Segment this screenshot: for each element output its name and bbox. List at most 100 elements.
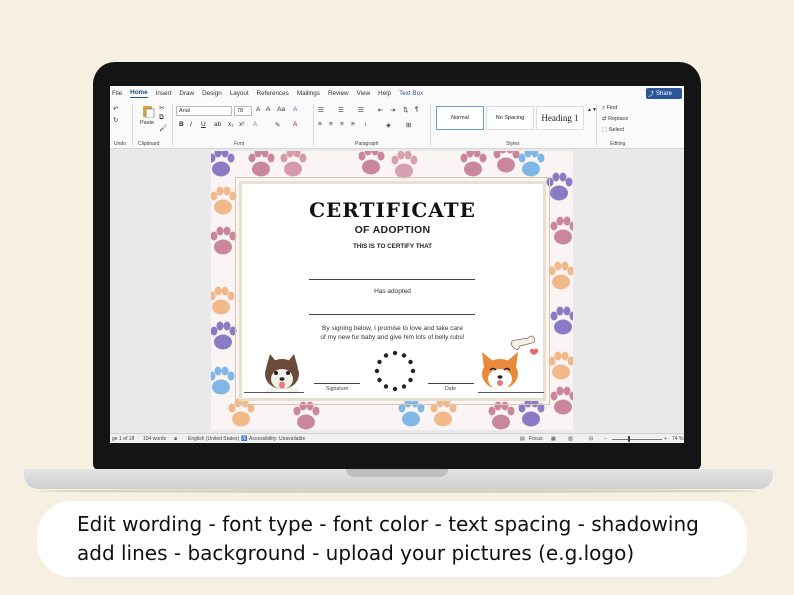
caption-line-1: Edit wording - font type - font color - … [77, 512, 699, 536]
shading-icon[interactable]: ◈ [386, 121, 391, 129]
zoom-slider-thumb[interactable] [628, 436, 630, 442]
ribbon-tab-bar: File Home Insert Draw Design Layout Refe… [110, 86, 684, 101]
share-button[interactable]: ⤴ Share [646, 88, 682, 99]
tab-mailings[interactable]: Mailings [297, 90, 320, 97]
bullets-icon[interactable]: ☰ [318, 106, 324, 114]
zoom-level[interactable]: 74 % [672, 436, 683, 442]
status-bar: ge 1 of 18 154 words ⧈ English (United S… [110, 433, 684, 443]
style-normal[interactable]: Normal [436, 106, 484, 130]
share-icon: ⤴ [647, 92, 654, 98]
husky-dog-illustration [265, 354, 299, 394]
certify-text[interactable]: THIS IS TO CERTIFY THAT [242, 243, 543, 250]
paw-seal-icon [374, 350, 416, 392]
align-left-icon[interactable]: ≡ [318, 121, 322, 128]
left-ground-line [244, 392, 304, 393]
print-layout-icon[interactable]: ▥ [568, 436, 573, 442]
tab-insert[interactable]: Insert [156, 90, 172, 97]
redo-icon[interactable]: ↻ [113, 116, 118, 124]
adopted-text[interactable]: Has adopted [242, 288, 543, 295]
laptop-notch [346, 469, 448, 477]
certificate-title[interactable]: CERTIFICATE [242, 198, 543, 222]
cut-icon[interactable]: ✂ [159, 104, 164, 112]
increase-indent-icon[interactable]: ⇥ [390, 106, 395, 114]
font-name-select[interactable]: Arial [176, 106, 232, 116]
tab-file[interactable]: File [112, 90, 122, 97]
tab-review[interactable]: Review [328, 90, 349, 97]
tab-home[interactable]: Home [130, 89, 148, 98]
promise-line-1: By signing below, I promise to love and … [322, 325, 463, 332]
multilevel-list-icon[interactable]: ☰ [358, 106, 364, 114]
accessibility-status[interactable]: Accessibility: Unavailable [249, 436, 305, 442]
share-label: Share [656, 90, 673, 97]
borders-icon[interactable]: ⊞ [406, 121, 411, 129]
tab-layout[interactable]: Layout [230, 90, 249, 97]
accessibility-icon: ♿ [241, 436, 248, 442]
promise-text[interactable]: By signing below, I promise to love and … [242, 325, 543, 342]
decrease-indent-icon[interactable]: ⇤ [378, 106, 383, 114]
numbering-icon[interactable]: ☰ [338, 106, 344, 114]
bone-icon [511, 335, 538, 355]
superscript-icon[interactable]: x² [239, 121, 244, 128]
focus-icon: ▤ [520, 436, 525, 442]
date-line [428, 383, 474, 384]
certificate-subtitle[interactable]: OF ADOPTION [242, 224, 543, 236]
date-label[interactable]: Date [445, 386, 456, 392]
clear-formatting-icon[interactable]: A [293, 106, 297, 113]
font-size-select[interactable]: 78 [234, 106, 252, 116]
pet-name-line [309, 314, 475, 315]
page-count[interactable]: ge 1 of 18 [112, 436, 134, 442]
tab-help[interactable]: Help [378, 90, 391, 97]
tab-text-box[interactable]: Text Box [399, 90, 423, 97]
copy-icon[interactable]: ⧉ [159, 114, 164, 122]
read-mode-icon[interactable]: ▦ [551, 436, 556, 442]
style-no-spacing[interactable]: No Spacing [486, 106, 534, 130]
language-status[interactable]: English (United States) [188, 436, 239, 442]
subscript-icon[interactable]: x₂ [228, 121, 234, 128]
justify-icon[interactable]: ≡ [351, 121, 355, 128]
font-group-label: Font [234, 141, 245, 147]
document-page: CERTIFICATE OF ADOPTION THIS IS TO CERTI… [211, 151, 573, 430]
align-right-icon[interactable]: ≡ [340, 121, 344, 128]
proofing-icon[interactable]: ⧈ [174, 436, 177, 442]
show-marks-icon[interactable]: ¶ [415, 106, 419, 113]
laptop-shadow [40, 489, 756, 493]
find-label: Find [606, 105, 618, 111]
highlight-icon[interactable]: ✎ [275, 121, 280, 129]
zoom-out-icon[interactable]: − [604, 436, 607, 442]
strikethrough-icon[interactable]: ab [214, 121, 221, 128]
word-count[interactable]: 154 words [143, 436, 166, 442]
underline-icon[interactable]: U [201, 121, 206, 128]
ribbon: ↶ ↻ Undo Paste ✂ ⧉ 🖌 Clipboard Arial 78 … [110, 101, 684, 149]
undo-icon[interactable]: ↶ [113, 105, 118, 113]
certificate-card: CERTIFICATE OF ADOPTION THIS IS TO CERTI… [235, 177, 550, 405]
shrink-font-icon[interactable]: A [266, 106, 270, 113]
tab-references[interactable]: References [257, 90, 289, 97]
style-heading-1[interactable]: Heading 1 [536, 106, 584, 130]
focus-button[interactable]: Focus [529, 436, 543, 442]
tab-design[interactable]: Design [202, 90, 222, 97]
caption-line-2: add lines - background - upload your pic… [77, 541, 635, 565]
paste-icon[interactable] [141, 104, 155, 118]
select-icon: ⬚ [602, 127, 609, 133]
bold-icon[interactable]: B [179, 121, 184, 128]
tab-draw[interactable]: Draw [179, 90, 194, 97]
format-painter-icon[interactable]: 🖌 [159, 124, 167, 132]
text-effects-icon[interactable]: A [253, 121, 257, 128]
clipboard-group-label: Clipboard [138, 141, 160, 147]
italic-icon[interactable]: I [190, 121, 192, 128]
change-case-icon[interactable]: Aa [277, 106, 285, 113]
paste-button[interactable]: Paste [140, 120, 154, 126]
font-color-icon[interactable]: A [293, 121, 297, 128]
zoom-slider[interactable] [612, 439, 662, 440]
sort-icon[interactable]: ⇅ [403, 106, 408, 114]
find-button[interactable]: ⌕ Find [602, 105, 617, 112]
align-center-icon[interactable]: ≡ [329, 121, 333, 128]
select-button[interactable]: ⬚ Select [602, 127, 624, 133]
line-spacing-icon[interactable]: ↕ [364, 121, 367, 128]
replace-button[interactable]: ⇄ Replace [602, 116, 628, 122]
web-layout-icon[interactable]: ⊟ [589, 436, 593, 442]
zoom-in-icon[interactable]: + [664, 436, 667, 442]
signature-label[interactable]: Signature [326, 386, 348, 392]
tab-view[interactable]: View [357, 90, 371, 97]
grow-font-icon[interactable]: A [256, 106, 260, 113]
